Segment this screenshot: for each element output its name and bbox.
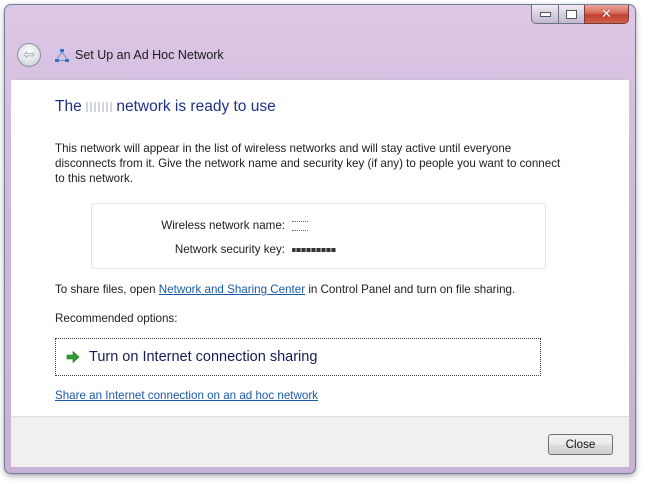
command-link-label: Turn on Internet connection sharing (89, 349, 318, 365)
heading-prefix: The (55, 98, 82, 115)
green-arrow-icon (66, 350, 80, 364)
window-title: Set Up an Ad Hoc Network (75, 48, 224, 62)
share-suffix: in Control Panel and turn on file sharin… (308, 283, 516, 296)
back-arrow-icon: ⇦ (23, 46, 35, 63)
recommended-options-label: Recommended options: (55, 312, 178, 325)
wizard-window: ✕ ⇦ Set Up an Ad Hoc Network The network… (4, 4, 636, 474)
network-name-label: Wireless network name: (161, 219, 285, 232)
share-files-text: To share files, open Network and Sharing… (55, 283, 515, 296)
share-prefix: To share files, open (55, 283, 156, 296)
wizard-header: ⇦ Set Up an Ad Hoc Network (5, 35, 635, 79)
minimize-icon (539, 11, 551, 17)
back-button[interactable]: ⇦ (17, 43, 41, 67)
network-info-box: Wireless network name: Network security … (91, 203, 546, 269)
description-text: This network will appear in the list of … (55, 142, 561, 185)
network-sharing-center-link[interactable]: Network and Sharing Center (159, 283, 305, 296)
redacted-name (292, 221, 308, 231)
share-connection-link[interactable]: Share an Internet connection on an ad ho… (55, 389, 318, 402)
wizard-content: The network is ready to use This network… (11, 79, 629, 417)
minimize-button[interactable] (531, 5, 558, 24)
network-icon (55, 49, 69, 62)
heading-suffix: network is ready to use (116, 98, 276, 115)
maximize-button[interactable] (558, 5, 584, 24)
security-key-value (292, 243, 336, 257)
close-icon: ✕ (601, 6, 612, 22)
maximize-icon (566, 9, 577, 19)
redacted-network-name (86, 101, 113, 112)
close-window-button[interactable]: ✕ (584, 5, 629, 24)
redacted-key (292, 248, 336, 252)
turn-on-ics-command-link[interactable]: Turn on Internet connection sharing (55, 338, 541, 376)
title-bar[interactable]: ✕ (5, 5, 635, 35)
close-button[interactable]: Close (548, 434, 613, 455)
page-title: The network is ready to use (55, 98, 276, 116)
security-key-label: Network security key: (174, 243, 285, 256)
caption-buttons: ✕ (531, 5, 629, 24)
network-name-value (292, 219, 308, 233)
wizard-footer: Close (11, 416, 629, 467)
